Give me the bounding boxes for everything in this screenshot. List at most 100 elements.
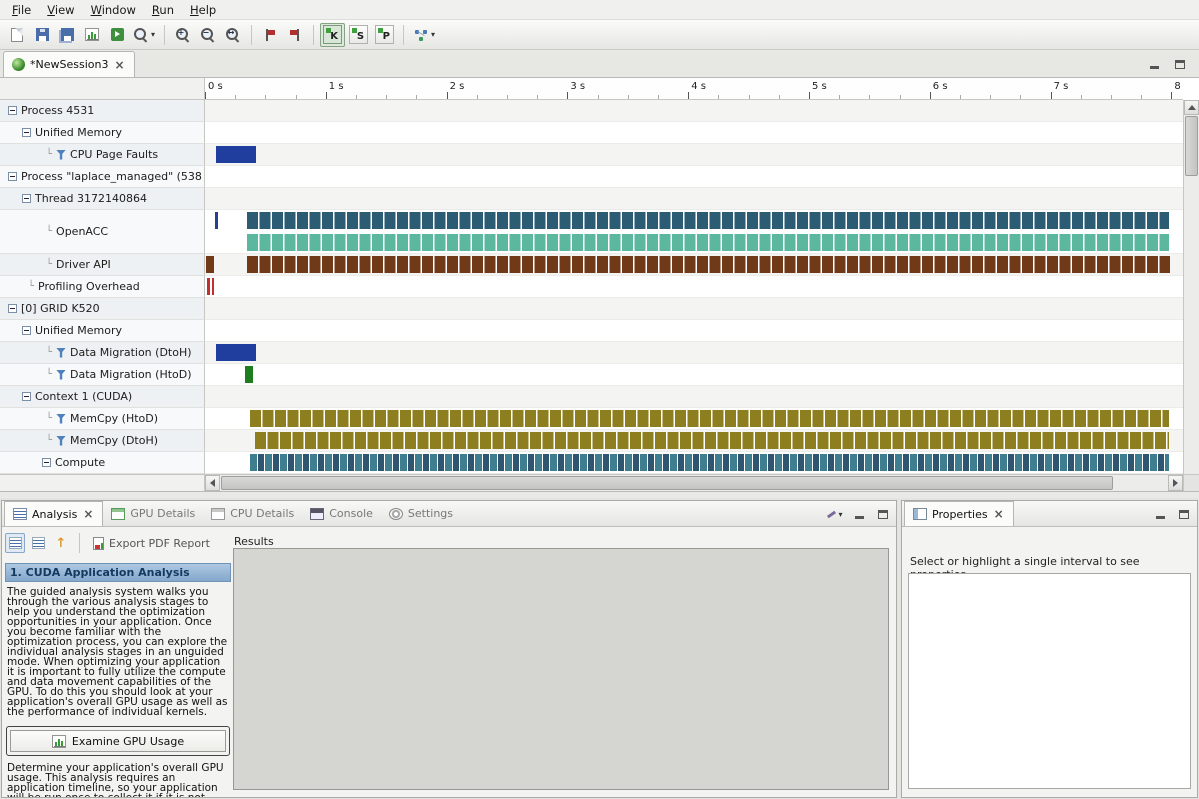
filter-icon[interactable] <box>56 348 66 358</box>
vertical-scroll-thumb[interactable] <box>1185 116 1198 176</box>
maximize-button[interactable] <box>1171 57 1189 71</box>
zoom-in-button[interactable]: + <box>171 23 195 47</box>
timeline-bar[interactable] <box>250 454 1169 471</box>
row-track-driver-api[interactable] <box>205 254 1183 276</box>
close-icon[interactable]: × <box>993 507 1005 521</box>
menu-view[interactable]: View <box>39 1 82 19</box>
row-track-profiling-overhead[interactable] <box>205 276 1183 298</box>
timeline-horizontal-scrollbar[interactable] <box>205 474 1183 491</box>
timeline-bar[interactable] <box>247 212 1169 229</box>
analysis-menu-button[interactable]: ▾ <box>410 23 438 47</box>
timeline-bar[interactable] <box>247 234 1169 251</box>
tab-analysis[interactable]: Analysis× <box>4 501 103 526</box>
row-label-context-1-cuda[interactable]: Context 1 (CUDA) <box>0 386 205 408</box>
collapse-icon[interactable] <box>22 326 31 335</box>
row-label-unified-memory[interactable]: Unified Memory <box>0 122 205 144</box>
row-track-data-migration-htod[interactable] <box>205 364 1183 386</box>
minimize-button[interactable] <box>850 507 868 521</box>
stream-toggle-button[interactable]: S <box>346 23 371 47</box>
collapse-icon[interactable] <box>22 194 31 203</box>
row-label-openacc[interactable]: └OpenACC <box>0 210 205 254</box>
timeline-bar[interactable] <box>245 366 254 383</box>
row-track-unified-memory[interactable] <box>205 122 1183 144</box>
collapse-icon[interactable] <box>8 304 17 313</box>
collapse-icon[interactable] <box>8 106 17 115</box>
close-icon[interactable]: × <box>113 58 125 72</box>
menu-file[interactable]: File <box>4 1 39 19</box>
kernel-toggle-button[interactable]: K <box>320 23 345 47</box>
filter-icon[interactable] <box>56 414 66 424</box>
tab-gpu-details[interactable]: GPU Details <box>103 501 203 526</box>
unguided-analysis-toggle[interactable] <box>28 533 48 553</box>
row-label-unified-memory[interactable]: Unified Memory <box>0 320 205 342</box>
scroll-up-button[interactable] <box>1184 100 1199 115</box>
scroll-left-button[interactable] <box>205 475 220 491</box>
row-track-thread-3172140864[interactable] <box>205 188 1183 210</box>
filter-icon[interactable] <box>56 370 66 380</box>
row-label-data-migration-htod[interactable]: └Data Migration (HtoD) <box>0 364 205 386</box>
minimize-button[interactable] <box>1151 507 1169 521</box>
row-label-memcpy-htod[interactable]: └MemCpy (HtoD) <box>0 408 205 430</box>
new-session-button[interactable] <box>5 23 29 47</box>
row-label-memcpy-dtoh[interactable]: └MemCpy (DtoH) <box>0 430 205 452</box>
profile-application-button[interactable] <box>80 23 104 47</box>
row-track-cpu-page-faults[interactable] <box>205 144 1183 166</box>
examine-gpu-usage-button[interactable]: Examine GPU Usage <box>10 730 226 752</box>
row-label-thread-3172140864[interactable]: Thread 3172140864 <box>0 188 205 210</box>
row-track-memcpy-htod[interactable] <box>205 408 1183 430</box>
collapse-button[interactable]: ↑ <box>51 533 71 553</box>
menu-window[interactable]: Window <box>83 1 144 19</box>
timeline-bar[interactable] <box>212 278 215 295</box>
tab-properties[interactable]: Properties × <box>904 501 1014 526</box>
prev-marker-button[interactable] <box>283 23 307 47</box>
row-label-profiling-overhead[interactable]: └Profiling Overhead <box>0 276 205 298</box>
row-track-data-migration-dtoh[interactable] <box>205 342 1183 364</box>
collapse-icon[interactable] <box>22 392 31 401</box>
minimize-button[interactable] <box>1145 57 1163 71</box>
filter-icon[interactable] <box>56 436 66 446</box>
export-data-button[interactable] <box>105 23 129 47</box>
row-track-compute[interactable] <box>205 452 1183 474</box>
view-menu-button[interactable]: ▾ <box>824 504 844 524</box>
process-toggle-button[interactable]: P <box>372 23 397 47</box>
row-label-compute[interactable]: Compute <box>0 452 205 474</box>
row-label-data-migration-dtoh[interactable]: └Data Migration (DtoH) <box>0 342 205 364</box>
timeline-bar[interactable] <box>250 410 1169 427</box>
session-tab[interactable]: *NewSession3 × <box>3 51 135 77</box>
row-track-openacc[interactable] <box>205 210 1183 254</box>
menu-help[interactable]: Help <box>182 1 224 19</box>
tab-settings[interactable]: Settings <box>381 501 461 526</box>
zoom-fit-button[interactable]: ↔ <box>221 23 245 47</box>
timeline-bar[interactable] <box>255 432 1170 449</box>
timeline-vertical-scrollbar[interactable] <box>1183 100 1199 474</box>
timeline-bar[interactable] <box>247 256 1170 273</box>
tab-console[interactable]: Console <box>302 501 381 526</box>
export-pdf-button[interactable]: Export PDF Report <box>88 534 215 553</box>
timeline-bar[interactable] <box>216 344 256 361</box>
collapse-icon[interactable] <box>22 128 31 137</box>
collapse-icon[interactable] <box>8 172 17 181</box>
timeline-bar[interactable] <box>207 278 210 295</box>
row-track-memcpy-dtoh[interactable] <box>205 430 1183 452</box>
row-label-process-laplace-managed-538[interactable]: Process "laplace_managed" (538 <box>0 166 205 188</box>
row-track-unified-memory[interactable] <box>205 320 1183 342</box>
row-label-cpu-page-faults[interactable]: └CPU Page Faults <box>0 144 205 166</box>
row-track-0-grid-k520[interactable] <box>205 298 1183 320</box>
timeline-bar[interactable] <box>216 146 256 163</box>
next-marker-button[interactable] <box>258 23 282 47</box>
timeline-bar[interactable] <box>215 212 218 229</box>
timeline-bar[interactable] <box>206 256 214 273</box>
view-options-button[interactable]: ▾ <box>130 23 158 47</box>
row-track-process-laplace-managed-538[interactable] <box>205 166 1183 188</box>
close-icon[interactable]: × <box>82 507 94 521</box>
guided-analysis-toggle[interactable] <box>5 533 25 553</box>
row-label-0-grid-k520[interactable]: [0] GRID K520 <box>0 298 205 320</box>
maximize-button[interactable] <box>874 507 892 521</box>
maximize-button[interactable] <box>1175 507 1193 521</box>
save-all-button[interactable] <box>55 23 79 47</box>
collapse-icon[interactable] <box>42 458 51 467</box>
menu-run[interactable]: Run <box>144 1 182 19</box>
scroll-right-button[interactable] <box>1168 475 1183 491</box>
tab-cpu-details[interactable]: CPU Details <box>203 501 302 526</box>
row-label-process-4531[interactable]: Process 4531 <box>0 100 205 122</box>
